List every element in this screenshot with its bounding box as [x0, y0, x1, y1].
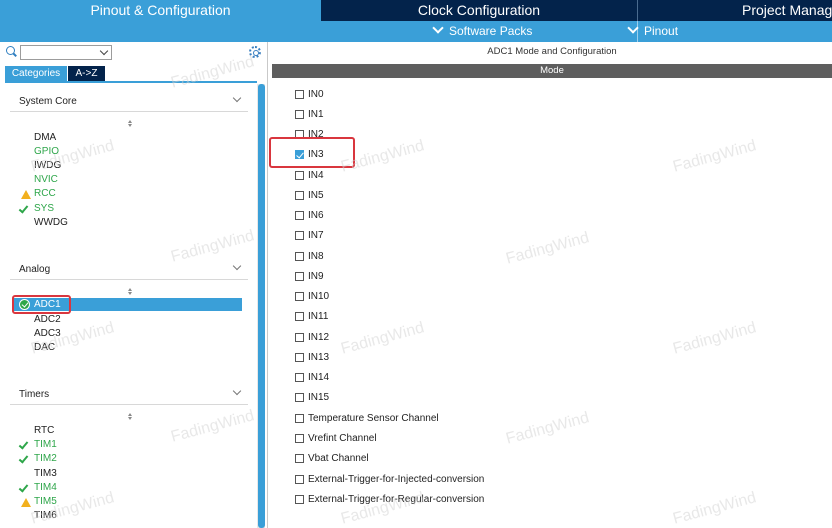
sort-icon[interactable] — [128, 413, 133, 421]
checkbox[interactable] — [295, 312, 304, 321]
check-icon — [18, 482, 29, 493]
panel-title: ADC1 Mode and Configuration — [487, 46, 617, 57]
list-item[interactable]: DMA — [17, 131, 242, 144]
section-timers[interactable]: Timers — [10, 383, 248, 405]
list-item[interactable]: TIM3 — [17, 467, 242, 480]
checkbox[interactable] — [295, 90, 304, 99]
search-icon[interactable] — [6, 46, 15, 55]
highlight-box — [269, 137, 355, 168]
pinout-menu[interactable]: Pinout — [627, 21, 679, 42]
check-icon — [18, 203, 29, 214]
checkbox[interactable] — [295, 475, 304, 484]
checkbox[interactable] — [295, 373, 304, 382]
gear-icon[interactable] — [249, 46, 261, 58]
checkbox[interactable] — [295, 110, 304, 119]
scrollbar-thumb[interactable] — [258, 84, 265, 528]
list-item[interactable]: WWDG — [17, 216, 242, 229]
section-title: System Core — [19, 96, 77, 107]
list-item[interactable]: RCC — [17, 187, 242, 200]
section-title: Analog — [19, 264, 51, 275]
highlight-box — [12, 295, 71, 314]
checkbox[interactable] — [295, 333, 304, 342]
sort-icon[interactable] — [128, 288, 133, 296]
list-item[interactable]: ADC2 — [17, 313, 242, 326]
list-item[interactable]: SYS — [17, 202, 242, 215]
checkbox[interactable] — [295, 272, 304, 281]
list-item[interactable]: TIM5 — [17, 495, 242, 508]
software-packs-label: Software Packs — [449, 24, 533, 38]
check-icon — [18, 439, 29, 450]
tab-clock-configuration[interactable]: Clock Configuration — [321, 0, 637, 21]
list-item[interactable]: NVIC — [17, 173, 242, 186]
list-item[interactable]: TIM2 — [17, 452, 242, 465]
tab-a-to-z[interactable]: A->Z — [68, 66, 105, 81]
chevron-down-icon[interactable] — [99, 46, 109, 56]
checkbox[interactable] — [295, 353, 304, 362]
sort-icon[interactable] — [128, 120, 133, 128]
software-packs-menu[interactable]: Software Packs — [432, 21, 533, 42]
tab-categories[interactable]: Categories — [5, 66, 67, 81]
chevron-down-icon — [627, 22, 639, 34]
warning-icon — [21, 498, 31, 507]
checkbox[interactable] — [295, 231, 304, 240]
checkbox[interactable] — [295, 252, 304, 261]
tab-pinout-configuration[interactable]: Pinout & Configuration — [0, 0, 321, 21]
section-title: Timers — [19, 389, 50, 400]
chevron-down-icon[interactable] — [232, 261, 242, 271]
chevron-down-icon[interactable] — [232, 386, 242, 396]
list-item[interactable]: GPIO — [17, 145, 242, 158]
chevron-down-icon — [432, 22, 444, 34]
checkbox[interactable] — [295, 414, 304, 423]
list-item[interactable]: ADC3 — [17, 327, 242, 340]
search-input[interactable] — [20, 45, 112, 60]
list-item[interactable]: TIM4 — [17, 481, 242, 494]
check-icon — [18, 453, 29, 464]
tab-project-manager[interactable]: Project Manag — [637, 0, 832, 21]
checkbox[interactable] — [295, 191, 304, 200]
checkbox[interactable] — [295, 292, 304, 301]
category-panel: Categories A->Z System Core DMA GPIO IWD… — [0, 42, 268, 528]
list-item[interactable]: TIM6 — [17, 509, 242, 522]
tab-underline — [5, 81, 257, 83]
list-item[interactable]: RTC — [17, 424, 242, 437]
pinout-label: Pinout — [644, 24, 679, 38]
list-item[interactable]: TIM1 — [17, 438, 242, 451]
checkbox[interactable] — [295, 171, 304, 180]
section-analog[interactable]: Analog — [10, 258, 248, 280]
top-tab-bar: Pinout & Configuration Clock Configurati… — [0, 0, 832, 21]
mode-header: Mode — [272, 64, 832, 78]
checkbox[interactable] — [295, 454, 304, 463]
list-item[interactable]: IWDG — [17, 159, 242, 172]
checkbox[interactable] — [295, 393, 304, 402]
mode-configuration-panel: ADC1 Mode and Configuration Mode IN0 IN1… — [269, 42, 832, 528]
checkbox[interactable] — [295, 495, 304, 504]
sub-nav-bar: Software Packs Pinout — [0, 21, 832, 42]
chevron-down-icon[interactable] — [232, 93, 242, 103]
list-item[interactable]: DAC — [17, 341, 242, 354]
checkbox[interactable] — [295, 211, 304, 220]
warning-icon — [21, 190, 31, 199]
section-system-core[interactable]: System Core — [10, 90, 248, 112]
checkbox[interactable] — [295, 434, 304, 443]
